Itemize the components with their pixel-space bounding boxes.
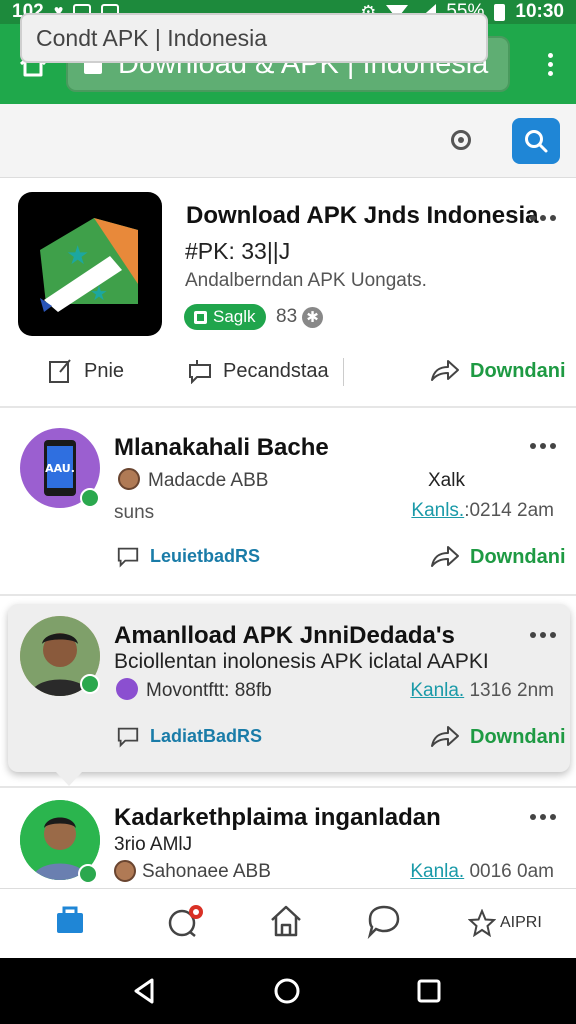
clock: 10:30 [515,1,564,22]
post-body: Bciollentan inolonesis APK iclatal AAPKI [114,650,489,673]
post-more-button[interactable] [530,443,556,449]
share-count-icon: ✱ [302,307,323,328]
author-avatar [114,860,136,882]
post-card-highlighted[interactable]: Amanlload APK JnniDedada's Bciollentan i… [8,604,570,786]
back-icon[interactable] [130,976,160,1006]
comment-icon [189,360,211,384]
svg-text:★: ★ [66,241,89,271]
post-title: Amanlload APK JnniDedada's [114,622,455,649]
pin-label: Pnie [84,359,125,382]
comment-button[interactable]: LadiatBadRS [116,724,262,748]
download-label: Downdani [470,545,566,568]
post-card[interactable]: AAU. Mlanakahali Bache Madacde ABB Xalk … [0,410,576,596]
share-icon [431,726,459,747]
post-extra-right: Xalk [428,470,465,491]
category-pill[interactable]: Saglk [184,304,266,330]
post-time-link[interactable]: Kanla. [410,680,464,701]
category-label: Saglk [213,307,256,326]
edit-icon [49,359,71,383]
svg-text:★: ★ [90,281,108,305]
tab-feed[interactable] [268,903,304,939]
svg-text:AAU.: AAU. [45,462,75,475]
author-avatar [116,678,138,700]
post-time: Kanla. 1316 2nm [410,680,554,702]
post-title: Mlanakahali Bache [114,434,329,461]
post-subtitle: 3rio AMlJ [114,834,193,855]
tab-chat[interactable] [166,903,206,939]
download-button[interactable]: Downdani [430,358,566,384]
app-title: Download APK Jnds Indonesia [186,202,539,229]
share-icon [431,360,459,381]
post-more-button[interactable] [530,632,556,638]
comment-button[interactable]: LeuietbadRS [116,544,260,568]
post-time-link[interactable]: Kanls. [411,500,464,521]
comment-label: LadiatBadRS [150,725,263,746]
system-nav-bar [0,958,576,1024]
home-circle-icon[interactable] [272,976,302,1006]
home-tab-icon [57,906,83,933]
comment-icon [117,727,139,748]
download-label: Downdani [470,725,566,748]
house-icon [271,905,301,937]
post-time-value: 0016 0am [469,861,554,882]
download-label: Downdani [470,359,566,382]
comment-label: Pecandstaa [223,359,329,382]
more-vert-icon [547,52,553,58]
tab-favorites-label: AIPRI [500,914,542,931]
overflow-menu-button[interactable] [524,52,576,76]
post-card[interactable]: Kadarkethplaima inganladan 3rio AMlJ Sah… [0,786,576,888]
verified-badge [80,674,100,694]
share-icon [431,546,459,567]
tab-home[interactable] [54,903,86,935]
post-extra-left: suns [114,502,155,523]
battery-icon [494,3,506,21]
post-author: Madacde ABB [148,470,269,491]
comment-icon [117,547,139,568]
post-time: Kanls.:0214 2am [411,500,554,522]
tab-favorites[interactable]: AIPRI [468,909,542,937]
post-time-value: 1316 2nm [469,680,554,701]
post-time-value: :0214 2am [464,500,554,521]
download-button[interactable]: Downdani [430,544,566,570]
tag-icon [194,310,207,324]
verified-badge [80,488,100,508]
post-time-link[interactable]: Kanla. [410,861,464,882]
verified-badge [78,864,98,884]
app-more-button[interactable] [530,215,556,221]
app-package: #PK: 33||J [185,238,291,264]
app-logo-icon: ★ ★ [40,218,138,312]
post-author: Sahonaee ABB [142,861,271,882]
pin-button[interactable]: Pnie [48,358,124,384]
star-icon [468,909,496,937]
post-more-button[interactable] [530,814,556,820]
chat-bubble-icon [168,905,203,937]
search-input[interactable] [20,13,488,63]
post-title: Kadarkethplaima inganladan [114,804,441,831]
search-icon [525,130,548,153]
author-avatar [118,468,140,490]
bottom-nav: AIPRI [0,888,576,958]
chat-icon [367,905,400,939]
app-card: ★ ★ Download APK Jnds Indonesia #PK: 33|… [0,180,576,408]
post-author: Movontftt: 88fb [146,680,272,701]
post-time: Kanla. 0016 0am [410,861,554,883]
tab-messages[interactable] [366,903,402,939]
search-button[interactable] [512,118,560,164]
app-logo[interactable]: ★ ★ [18,192,162,336]
app-description: Andalberndan APK Uongats. [185,270,427,291]
download-button[interactable]: Downdani [430,724,566,750]
comment-label: LeuietbadRS [150,545,261,566]
search-row [0,104,576,178]
rating-count: 83 [276,306,298,327]
comment-button[interactable]: Pecandstaa [187,358,329,384]
action-divider [343,358,344,386]
mic-icon[interactable] [451,130,471,150]
recents-icon[interactable] [414,976,444,1006]
